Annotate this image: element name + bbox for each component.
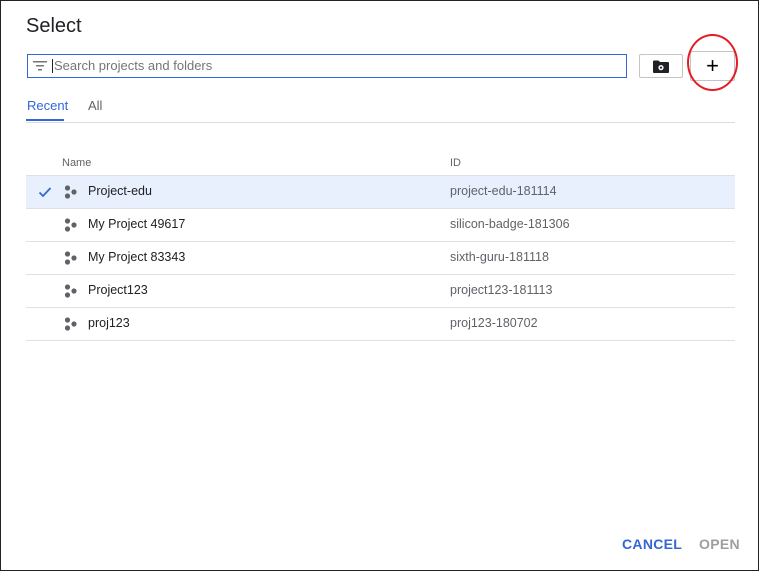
tab-recent[interactable]: Recent [27, 98, 68, 113]
search-box[interactable] [27, 54, 627, 78]
project-icon [64, 251, 77, 265]
open-button[interactable]: OPEN [699, 536, 740, 552]
tab-all[interactable]: All [88, 98, 102, 113]
project-table: Name ID Project-edu project-edu-181114 M… [26, 151, 735, 341]
project-id: proj123-180702 [450, 316, 538, 330]
project-id: sixth-guru-181118 [450, 250, 549, 264]
tab-bar: Recent All [26, 92, 735, 123]
table-row[interactable]: My Project 83343 sixth-guru-181118 [26, 242, 735, 275]
dialog-title: Select [26, 15, 82, 37]
project-name: Project-edu [88, 184, 152, 198]
checkmark-icon [38, 187, 52, 198]
project-name: proj123 [88, 316, 130, 330]
select-dialog: Select + Recent All Name ID [0, 0, 759, 571]
project-icon [64, 185, 77, 199]
project-id: project-edu-181114 [450, 184, 557, 198]
table-header: Name ID [26, 151, 735, 176]
folder-gear-icon [653, 60, 669, 73]
project-name: My Project 49617 [88, 217, 186, 231]
column-header-id: ID [450, 157, 461, 169]
cancel-button[interactable]: CANCEL [622, 536, 682, 552]
table-row[interactable]: Project123 project123-181113 [26, 275, 735, 308]
search-input[interactable] [52, 59, 626, 73]
column-header-name: Name [62, 157, 92, 169]
filter-icon [33, 59, 49, 73]
new-folder-button[interactable] [639, 54, 683, 78]
table-row[interactable]: My Project 49617 silicon-badge-181306 [26, 209, 735, 242]
project-id: project123-181113 [450, 283, 553, 297]
project-name: My Project 83343 [88, 250, 186, 264]
project-name: Project123 [88, 283, 148, 297]
plus-icon: + [706, 53, 719, 78]
table-row[interactable]: proj123 proj123-180702 [26, 308, 735, 341]
project-icon [64, 284, 77, 298]
table-row[interactable]: Project-edu project-edu-181114 [26, 176, 735, 209]
project-id: silicon-badge-181306 [450, 217, 570, 231]
project-icon [64, 218, 77, 232]
add-button[interactable]: + [690, 51, 735, 81]
project-icon [64, 317, 77, 331]
active-tab-indicator [26, 119, 64, 121]
